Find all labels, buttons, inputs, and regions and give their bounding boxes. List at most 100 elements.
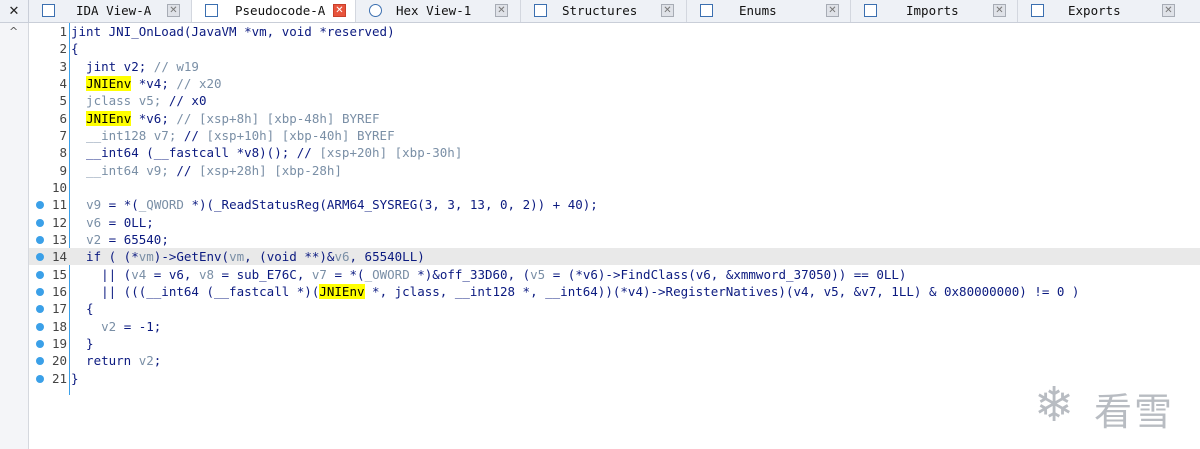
tab-imports[interactable]: Imports ✕ — [851, 0, 1018, 22]
code-line[interactable]: 21 } — [29, 370, 1200, 387]
tab-label: IDA View-A — [76, 3, 152, 18]
line-number: 18 — [51, 319, 67, 334]
watermark: ❄ 看雪 — [1034, 375, 1184, 435]
line-number: 20 — [51, 353, 67, 368]
scroll-up-icon[interactable]: ^ — [9, 25, 18, 38]
code-line[interactable]: 1 jint JNI_OnLoad(JavaVM *vm, void *rese… — [29, 23, 1200, 40]
code-line[interactable]: 20 return v2; — [29, 352, 1200, 369]
line-text: jint JNI_OnLoad(JavaVM *vm, void *reserv… — [71, 24, 395, 39]
code-line[interactable]: 11 v9 = *(_QWORD *)(_ReadStatusReg(ARM64… — [29, 196, 1200, 213]
breakpoint-dot[interactable] — [36, 253, 44, 261]
code-line[interactable]: 7 __int128 v7; // [xsp+10h] [xbp-40h] BY… — [29, 127, 1200, 144]
pseudocode-icon — [205, 4, 218, 17]
breakpoint-dot[interactable] — [36, 305, 44, 313]
code-line[interactable]: 9 __int64 v9; // [xsp+28h] [xbp-28h] — [29, 162, 1200, 179]
tab-label: Pseudocode-A — [235, 3, 326, 18]
line-text: jint v2; // w19 — [71, 59, 199, 74]
tab-label: Exports — [1068, 3, 1121, 18]
code-line-current[interactable]: 14 if ( (*vm)->GetEnv(vm, (void **)&v6, … — [29, 248, 1200, 265]
line-text: JNIEnv *v4; // x20 — [86, 76, 222, 91]
line-number: 16 — [51, 284, 67, 299]
code-line[interactable]: 10 — [29, 179, 1200, 196]
line-number: 6 — [59, 111, 67, 126]
line-text: v6 = 0LL; — [86, 215, 154, 230]
line-number: 11 — [51, 197, 67, 212]
breakpoint-dot[interactable] — [36, 201, 44, 209]
code-line[interactable]: 16 || (((__int64 (__fastcall *)(JNIEnv *… — [29, 283, 1200, 300]
line-text: v2 = -1; — [101, 319, 162, 334]
line-text: __int64 (__fastcall *v8)(); // [xsp+20h]… — [71, 145, 463, 160]
code-line[interactable]: 12 v6 = 0LL; — [29, 214, 1200, 231]
code-line[interactable]: 17 { — [29, 300, 1200, 317]
exports-icon — [1031, 4, 1044, 17]
code-line[interactable]: 6 JNIEnv *v6; // [xsp+8h] [xbp-48h] BYRE… — [29, 110, 1200, 127]
breakpoint-dot[interactable] — [36, 288, 44, 296]
tab-close-icon[interactable]: ✕ — [661, 4, 674, 17]
tab-close-icon[interactable]: ✕ — [495, 4, 508, 17]
line-number: 4 — [59, 76, 67, 91]
code-line[interactable]: 3 jint v2; // w19 — [29, 58, 1200, 75]
close-all-button[interactable]: ✕ — [0, 0, 29, 22]
tab-label: Enums — [739, 3, 777, 18]
line-text: if ( (*vm)->GetEnv(vm, (void **)&v6, 655… — [71, 249, 425, 264]
code-line[interactable]: 15 || (v4 = v6, v8 = sub_E76C, v7 = *(_O… — [29, 266, 1200, 283]
tab-structures[interactable]: Structures ✕ — [521, 0, 687, 22]
code-line[interactable]: 5 jclass v5; // x0 — [29, 92, 1200, 109]
line-text: { — [71, 41, 79, 56]
tab-close-icon[interactable]: ✕ — [167, 4, 180, 17]
line-text: return v2; — [71, 353, 162, 368]
code-line[interactable]: 19 } — [29, 335, 1200, 352]
tab-label: Hex View-1 — [396, 3, 472, 18]
line-number: 21 — [51, 371, 67, 386]
line-text: __int128 v7; // [xsp+10h] [xbp-40h] BYRE… — [71, 128, 395, 143]
breakpoint-dot[interactable] — [36, 340, 44, 348]
line-text: || (v4 = v6, v8 = sub_E76C, v7 = *(_OWOR… — [71, 267, 907, 282]
ida-view-icon — [42, 4, 55, 17]
breakpoint-dot[interactable] — [36, 323, 44, 331]
breakpoint-dot[interactable] — [36, 271, 44, 279]
line-number: 13 — [51, 232, 67, 247]
tab-close-icon[interactable]: ✕ — [1162, 4, 1175, 17]
line-number: 19 — [51, 336, 67, 351]
line-number: 3 — [59, 59, 67, 74]
breakpoint-dot[interactable] — [36, 236, 44, 244]
line-text: JNIEnv *v6; // [xsp+8h] [xbp-48h] BYREF — [86, 111, 380, 126]
code-line[interactable]: 18 v2 = -1; — [29, 318, 1200, 335]
tab-label: Imports — [906, 3, 959, 18]
tab-pseudocode-a[interactable]: Pseudocode-A ✕ — [192, 0, 356, 22]
line-text: } — [71, 336, 94, 351]
code-line[interactable]: 8 __int64 (__fastcall *v8)(); // [xsp+20… — [29, 144, 1200, 161]
line-text: { — [71, 301, 94, 316]
breakpoint-dot[interactable] — [36, 357, 44, 365]
line-number: 9 — [59, 163, 67, 178]
line-text: __int64 v9; // [xsp+28h] [xbp-28h] — [71, 163, 342, 178]
tab-close-icon[interactable]: ✕ — [826, 4, 839, 17]
line-number: 7 — [59, 128, 67, 143]
line-number: 10 — [51, 180, 67, 195]
code-line[interactable]: 4 JNIEnv *v4; // x20 — [29, 75, 1200, 92]
enums-icon — [700, 4, 713, 17]
tab-ida-view-a[interactable]: IDA View-A ✕ — [29, 0, 192, 22]
tab-exports[interactable]: Exports ✕ — [1018, 0, 1189, 22]
breakpoint-dot[interactable] — [36, 219, 44, 227]
line-number: 2 — [59, 41, 67, 56]
code-line[interactable]: 13 v2 = 65540; — [29, 231, 1200, 248]
watermark-text: 看雪 — [1094, 390, 1175, 434]
structures-icon — [534, 4, 547, 17]
line-number: 14 — [51, 249, 67, 264]
tab-enums[interactable]: Enums ✕ — [687, 0, 851, 22]
line-number: 8 — [59, 145, 67, 160]
line-number: 15 — [51, 267, 67, 282]
tab-close-icon[interactable]: ✕ — [333, 4, 346, 17]
imports-icon — [864, 4, 877, 17]
tab-close-icon[interactable]: ✕ — [993, 4, 1006, 17]
line-number: 12 — [51, 215, 67, 230]
breakpoint-dot[interactable] — [36, 375, 44, 383]
close-icon: ✕ — [8, 3, 20, 19]
pseudocode-pane[interactable]: 1 jint JNI_OnLoad(JavaVM *vm, void *rese… — [29, 23, 1200, 449]
hex-view-icon — [369, 4, 382, 17]
left-gutter[interactable]: ^ — [0, 23, 29, 449]
tab-hex-view-1[interactable]: Hex View-1 ✕ — [356, 0, 521, 22]
code-line[interactable]: 2 { — [29, 40, 1200, 57]
snowflake-icon: ❄ — [1034, 377, 1075, 433]
